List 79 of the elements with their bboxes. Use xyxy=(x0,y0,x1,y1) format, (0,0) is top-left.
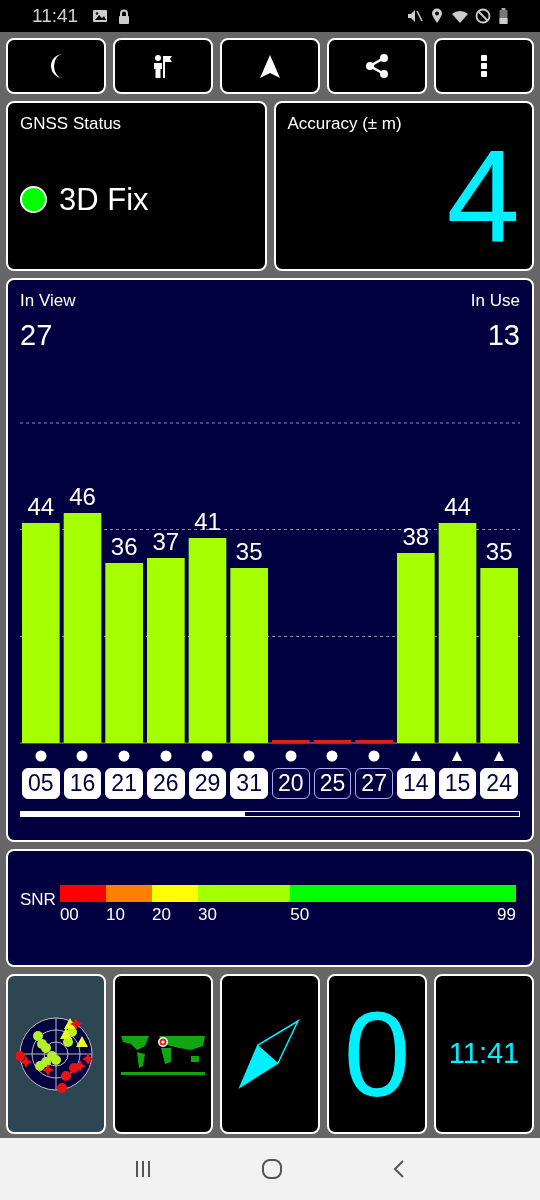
bar-value: 46 xyxy=(69,483,96,510)
circle-marker-icon xyxy=(243,750,256,762)
circle-marker-icon xyxy=(284,750,297,762)
sky-view-tile[interactable] xyxy=(6,974,106,1134)
circle-marker-icon xyxy=(159,750,172,762)
location-icon xyxy=(431,8,443,24)
share-icon xyxy=(364,53,390,79)
snr-tick: 50 xyxy=(290,904,310,926)
world-map-tile[interactable] xyxy=(113,974,213,1134)
satellite-id: 16 xyxy=(63,768,102,799)
speed-tile[interactable]: 0 xyxy=(327,974,427,1134)
battery-icon xyxy=(499,8,508,24)
bar-value: 35 xyxy=(485,538,513,565)
bar-value: 38 xyxy=(402,523,430,550)
more-options-button[interactable] xyxy=(434,38,534,94)
circle-marker-icon xyxy=(201,750,214,762)
snr-tick: 99 xyxy=(497,904,516,926)
satellite-id: 15 xyxy=(438,768,477,799)
lock-icon xyxy=(118,8,131,24)
bar-value: 44 xyxy=(27,493,55,520)
navigation-arrow-icon xyxy=(257,53,283,79)
satellite-id: 29 xyxy=(188,768,227,799)
circle-marker-icon xyxy=(34,750,47,762)
triangle-marker-icon xyxy=(451,750,464,762)
satellite-id: 26 xyxy=(147,768,185,799)
bar-value: 35 xyxy=(235,538,263,565)
night-mode-icon xyxy=(48,53,64,79)
clock-time: 11:41 xyxy=(448,1036,520,1072)
signal-bar xyxy=(313,740,352,743)
mute-icon xyxy=(407,8,423,24)
in-use-count: 13 xyxy=(487,317,520,353)
triangle-marker-icon xyxy=(409,750,422,762)
bar-value: 36 xyxy=(110,533,138,560)
circle-marker-icon xyxy=(118,750,131,762)
in-view-label: In View xyxy=(20,290,76,312)
do-not-disturb-icon xyxy=(475,8,491,24)
navigation-arrow-button[interactable] xyxy=(220,38,320,94)
satellite-id: 24 xyxy=(480,768,518,799)
card-title: GNSS Status xyxy=(20,113,123,135)
in-view-count: 27 xyxy=(20,317,54,353)
satellite-id: 21 xyxy=(105,768,143,799)
snr-tick: 00 xyxy=(59,904,79,926)
satellite-id: 25 xyxy=(313,768,352,799)
share-button[interactable] xyxy=(327,38,427,94)
speed-value: 0 xyxy=(343,994,411,1114)
triangle-marker-icon xyxy=(493,750,506,762)
circle-marker-icon xyxy=(76,750,89,762)
card-title: Accuracy (± m) xyxy=(287,113,403,135)
status-time: 11:41 xyxy=(32,3,79,28)
satellite-id: 05 xyxy=(22,768,60,799)
compass-tile[interactable] xyxy=(220,974,320,1134)
image-icon xyxy=(92,9,109,23)
satellite-id: 14 xyxy=(397,768,435,799)
home-icon[interactable] xyxy=(261,1158,283,1180)
more-options-icon xyxy=(481,55,487,77)
in-use-label: In Use xyxy=(470,290,520,312)
bar-value: 41 xyxy=(194,508,221,535)
back-icon[interactable] xyxy=(393,1159,405,1179)
circle-marker-icon xyxy=(326,750,339,762)
satellite-id: 20 xyxy=(272,768,310,799)
clock-tile[interactable]: 11:41 xyxy=(434,974,534,1134)
bar-value: 37 xyxy=(152,528,180,555)
recent-apps-icon[interactable] xyxy=(135,1160,151,1178)
bar-value: 44 xyxy=(444,493,471,520)
satellite-id: 31 xyxy=(230,768,268,799)
circle-marker-icon xyxy=(368,750,381,762)
snr-tick: 10 xyxy=(105,904,125,926)
signal-bar xyxy=(272,740,310,743)
fix-status: 3D Fix xyxy=(59,180,149,219)
person-flag-button[interactable] xyxy=(113,38,213,94)
signal-bar xyxy=(355,740,393,743)
accuracy-value: 4 xyxy=(446,130,520,263)
wifi-icon xyxy=(451,8,469,24)
snr-tick: 30 xyxy=(198,904,217,926)
snr-tick: 20 xyxy=(152,904,171,926)
compass-needle-icon xyxy=(238,1019,302,1089)
snr-label: SNR xyxy=(20,889,56,911)
satellite-id: 27 xyxy=(355,768,393,799)
night-mode-button[interactable] xyxy=(6,38,106,94)
